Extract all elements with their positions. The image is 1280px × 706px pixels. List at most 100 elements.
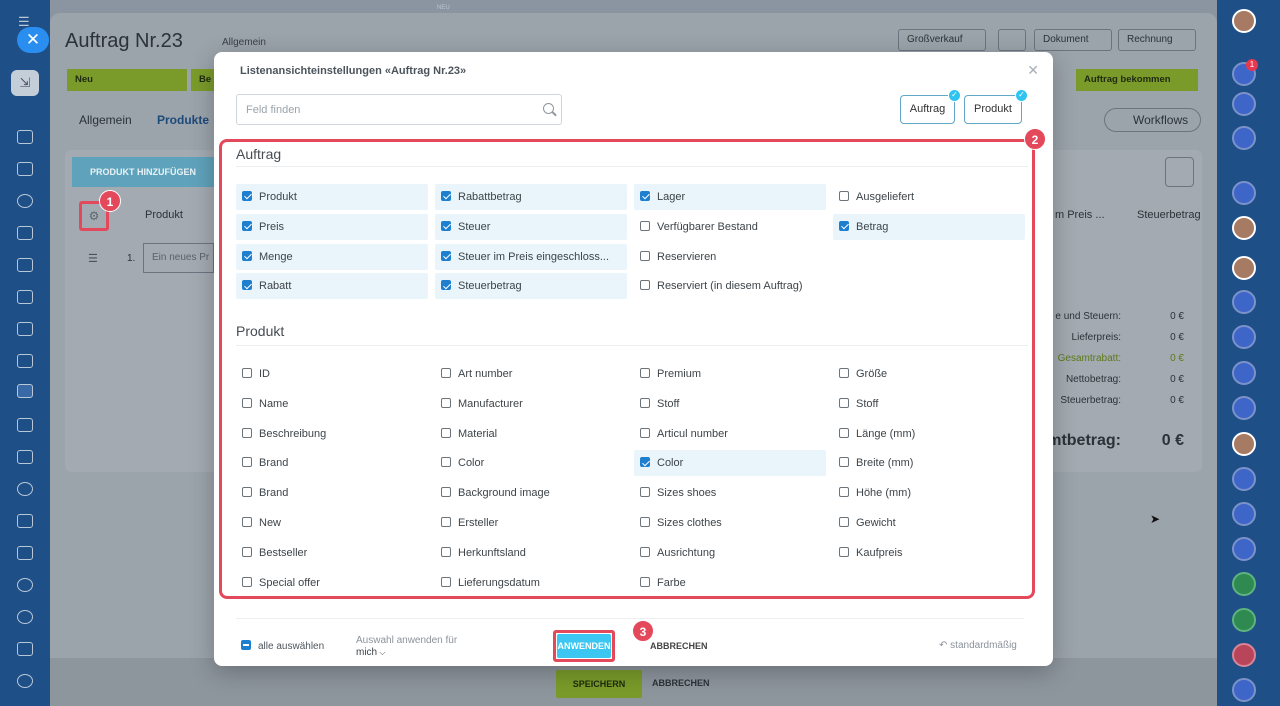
checkbox-icon[interactable] — [242, 368, 252, 378]
field-checkbox[interactable]: Color — [435, 450, 627, 476]
checkbox-icon[interactable] — [640, 517, 650, 527]
close-slider-button[interactable]: ✕ — [17, 27, 49, 53]
tab-general[interactable]: Allgemein — [79, 113, 132, 127]
checkbox-checked-icon[interactable] — [441, 250, 451, 261]
field-checkbox[interactable]: Background image — [435, 480, 627, 506]
checkbox-checked-icon[interactable] — [242, 280, 252, 291]
chat-icon-2[interactable] — [1232, 290, 1256, 314]
workflows-button[interactable]: Workflows — [1104, 108, 1202, 132]
field-checkbox[interactable]: Ausrichtung — [634, 540, 826, 566]
column-header-product[interactable]: Produkt — [145, 209, 183, 221]
channel-icon-5[interactable] — [1232, 537, 1256, 561]
field-checkbox[interactable]: Höhe (mm) — [833, 480, 1025, 506]
field-checkbox[interactable]: Farbe — [634, 570, 826, 596]
checkbox-icon[interactable] — [839, 546, 849, 557]
field-checkbox[interactable]: Bestseller — [236, 540, 428, 566]
checkbox-icon[interactable] — [640, 397, 650, 408]
cart-icon[interactable] — [17, 354, 33, 368]
field-search-input[interactable] — [236, 94, 562, 125]
tasks-check-icon[interactable] — [1232, 678, 1256, 702]
field-checkbox[interactable]: Premium — [634, 361, 826, 387]
contact-avatar-2[interactable] — [1232, 256, 1256, 280]
checkbox-icon[interactable] — [242, 427, 252, 438]
checkbox-icon[interactable] — [640, 546, 650, 557]
contact-avatar-1[interactable] — [1232, 216, 1256, 240]
close-icon[interactable]: ✕ — [1027, 62, 1039, 79]
column-header-price[interactable]: m Preis ... — [1055, 209, 1105, 221]
checkbox-checked-icon[interactable] — [242, 250, 252, 261]
field-checkbox[interactable]: Kaufpreis — [833, 540, 1025, 566]
field-checkbox[interactable]: Material — [435, 421, 627, 447]
chat-icon-1[interactable] — [1232, 181, 1256, 205]
contacts-icon[interactable] — [17, 194, 33, 208]
robot-icon[interactable] — [17, 546, 33, 560]
field-checkbox[interactable]: Brand — [236, 480, 428, 506]
checkbox-icon[interactable] — [242, 487, 252, 498]
reset-default-link[interactable]: ↶ standardmäßig — [939, 640, 1017, 651]
field-checkbox[interactable]: Beschreibung — [236, 421, 428, 447]
checkbox-icon[interactable] — [441, 427, 451, 438]
checkbox-icon[interactable] — [441, 517, 451, 527]
checkbox-icon[interactable] — [640, 280, 650, 291]
crm-funnel-icon[interactable] — [17, 384, 33, 398]
grid-settings-button[interactable] — [1165, 157, 1194, 187]
payments-icon[interactable] — [17, 258, 33, 272]
copilot-icon[interactable] — [1232, 92, 1256, 116]
new-product-input[interactable]: Ein neues Pr — [143, 243, 214, 273]
channel-icon-3[interactable] — [1232, 467, 1256, 491]
checkbox-checked-icon[interactable] — [441, 220, 451, 231]
checkbox-icon[interactable] — [441, 546, 451, 557]
field-checkbox[interactable]: Sizes clothes — [634, 510, 826, 536]
checkbox-icon[interactable] — [441, 487, 451, 498]
checkbox-icon[interactable] — [640, 576, 650, 587]
checkbox-checked-icon[interactable] — [640, 457, 650, 468]
minimize-icon[interactable]: ⇲ — [11, 70, 39, 96]
checkbox-checked-icon[interactable] — [242, 220, 252, 231]
field-checkbox[interactable]: Betrag — [833, 213, 1025, 240]
field-checkbox[interactable]: Special offer — [236, 570, 428, 596]
page-cancel-button[interactable]: ABBRECHEN — [652, 678, 710, 688]
checkbox-icon[interactable] — [640, 250, 650, 261]
checkbox-icon[interactable] — [839, 487, 849, 498]
field-checkbox[interactable]: Reservieren — [634, 244, 826, 270]
field-checkbox[interactable]: Lager — [634, 184, 826, 210]
checkbox-icon[interactable] — [242, 457, 252, 468]
field-checkbox[interactable]: Produkt — [236, 184, 428, 210]
support-icon[interactable] — [17, 482, 33, 496]
filter-tag-product[interactable]: Produkt ✓ — [964, 89, 1028, 124]
channel-icon-2[interactable] — [1232, 361, 1256, 385]
field-checkbox[interactable]: Stoff — [634, 391, 826, 417]
settings-button[interactable] — [998, 29, 1026, 51]
checkbox-icon[interactable] — [242, 517, 252, 527]
field-checkbox[interactable]: Größe — [833, 361, 1025, 387]
settings-gear-icon[interactable] — [17, 674, 33, 688]
edit-icon[interactable] — [17, 418, 33, 432]
checkbox-icon[interactable] — [640, 487, 650, 498]
field-checkbox[interactable]: Art number — [435, 361, 627, 387]
checkbox-icon[interactable] — [441, 576, 451, 587]
checkbox-checked-icon[interactable] — [640, 191, 650, 201]
checkbox-icon[interactable] — [839, 191, 849, 201]
select-all-checkbox[interactable]: alle auswählen — [241, 640, 324, 652]
field-checkbox[interactable]: Brand — [236, 450, 428, 476]
field-checkbox[interactable]: New — [236, 510, 428, 536]
target-icon[interactable] — [17, 578, 33, 592]
field-checkbox[interactable]: Stoff — [833, 391, 1025, 417]
analytics-icon[interactable] — [17, 322, 33, 336]
checkbox-checked-icon[interactable] — [839, 220, 849, 231]
checkbox-icon[interactable] — [839, 397, 849, 408]
field-checkbox[interactable]: Manufacturer — [435, 391, 627, 417]
stage-2[interactable]: Be — [191, 69, 215, 91]
row-drag-icon[interactable]: ☰ — [88, 252, 98, 265]
checkbox-icon[interactable] — [839, 368, 849, 378]
document-dropdown[interactable]: Dokument — [1034, 29, 1112, 51]
contact-avatar-3[interactable] — [1232, 432, 1256, 456]
brand-icon[interactable] — [17, 642, 33, 656]
feed-icon[interactable] — [17, 130, 33, 144]
field-checkbox[interactable]: Gewicht — [833, 510, 1025, 536]
calendar-icon[interactable] — [17, 450, 33, 464]
field-checkbox[interactable]: Name — [236, 391, 428, 417]
checkbox-icon[interactable] — [441, 457, 451, 468]
field-checkbox[interactable]: Lieferungsdatum — [435, 570, 627, 596]
messages-icon[interactable] — [1232, 396, 1256, 420]
